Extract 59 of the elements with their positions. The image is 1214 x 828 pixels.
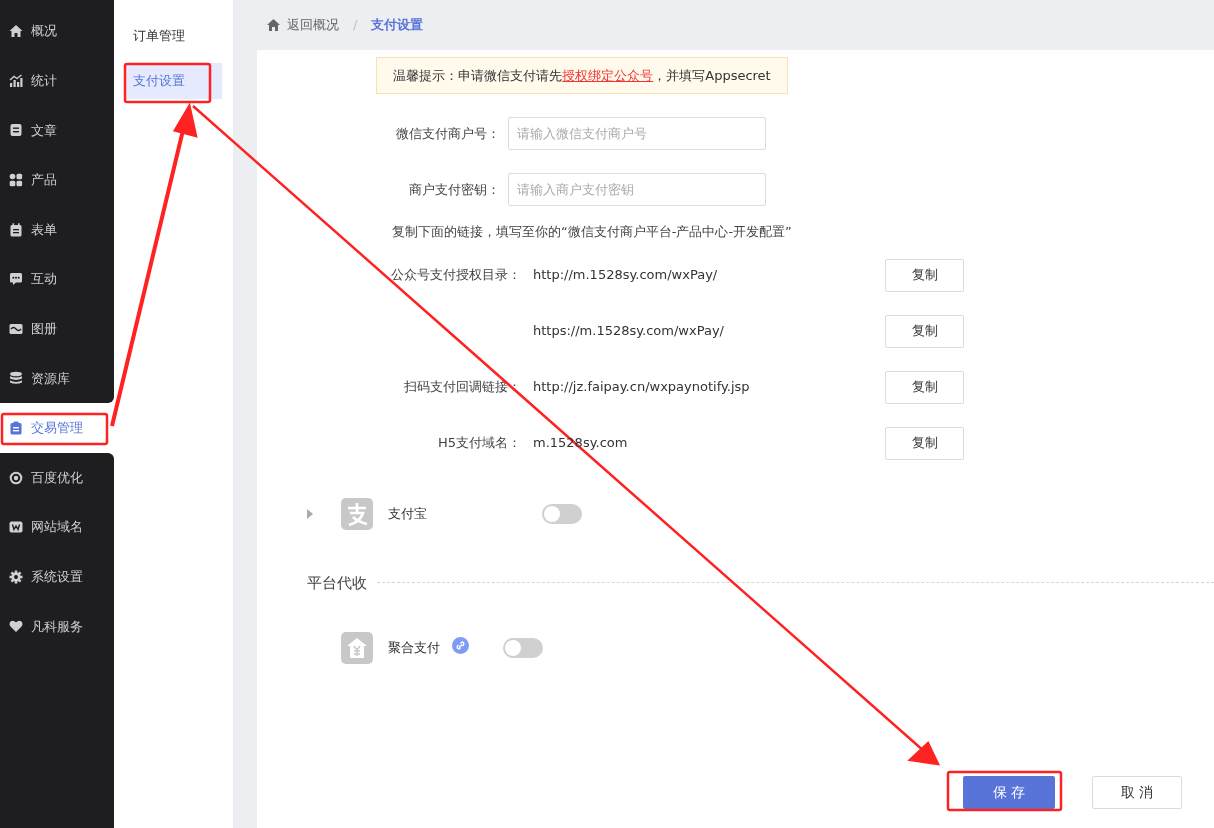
section-title: 平台代收 [307, 572, 367, 594]
chat-icon [9, 272, 23, 287]
link-label: H5支付域名： [436, 434, 521, 453]
sidebar-item[interactable]: 产品 [0, 155, 114, 205]
sidebar-item[interactable]: 凡科服务 [0, 601, 114, 652]
breadcrumb-separator: / [353, 16, 358, 35]
sidebar-item[interactable]: 资源库 [0, 353, 114, 404]
subnav-item[interactable]: 支付设置 [124, 63, 222, 99]
target-icon [9, 470, 23, 485]
link-label: 公众号支付授权目录： [390, 266, 521, 285]
sidebar-item[interactable]: 互动 [0, 254, 114, 304]
home-icon [9, 23, 23, 38]
link-icon[interactable] [452, 636, 469, 654]
url-text: https://m.1528sy.com/wxPay/ [532, 322, 725, 341]
provider-name: 支付宝 [388, 504, 427, 523]
clipboard-icon [9, 420, 23, 435]
sidebar-item[interactable]: 文章 [0, 105, 114, 156]
copy-button[interactable]: 复制 [885, 426, 964, 460]
notice-text: 温馨提示：申请微信支付请先授权绑定公众号，并填写Appsecret [376, 57, 788, 94]
picture-icon [9, 321, 23, 336]
toggle-switch[interactable] [503, 638, 543, 658]
chart-icon [9, 73, 23, 88]
authorize-link[interactable]: 授权绑定公众号 [562, 65, 654, 86]
link-label: 扫码支付回调链接： [403, 378, 521, 397]
toggle-switch[interactable] [542, 503, 582, 524]
sidebar-item[interactable]: 表单 [0, 204, 114, 255]
provider-name: 聚合支付 [388, 639, 440, 658]
sidebar-item[interactable]: 系统设置 [0, 551, 114, 602]
sidebar-item[interactable]: 概况 [0, 0, 114, 56]
subnav-item[interactable]: 订单管理 [124, 18, 222, 54]
payment-logo-icon [341, 497, 373, 530]
heart-icon [9, 619, 23, 634]
sidebar-item[interactable]: 百度优化 [0, 452, 114, 503]
input-field[interactable]: 请输入商户支付密钥 [508, 173, 766, 206]
back-link[interactable]: 返回概况 [287, 15, 339, 35]
document-icon [9, 123, 23, 138]
instruction-text: 复制下面的链接，填写至你的“微信支付商户平台-产品中心-开发配置” [392, 223, 793, 241]
field-label: 商户支付密钥： [408, 180, 500, 199]
gear-icon [9, 569, 23, 584]
w-badge-icon [9, 520, 23, 535]
calendar-icon [9, 222, 23, 237]
cancel-button[interactable]: 取 消 [1092, 776, 1182, 809]
url-text: http://m.1528sy.com/wxPay/ [532, 266, 719, 285]
save-button[interactable]: 保 存 [963, 776, 1055, 809]
home-icon [266, 18, 281, 32]
copy-button[interactable]: 复制 [885, 370, 964, 404]
field-label: 微信支付商户号： [395, 124, 500, 143]
copy-button[interactable]: 复制 [885, 258, 964, 292]
sidebar-item[interactable]: 图册 [0, 303, 114, 354]
sidebar-item[interactable]: 统计 [0, 56, 114, 106]
copy-button[interactable]: 复制 [885, 314, 964, 348]
sidebar-item[interactable]: 网站域名 [0, 502, 114, 552]
grid-icon [9, 173, 23, 187]
url-text: http://jz.faipay.cn/wxpaynotify.jsp [532, 378, 751, 397]
breadcrumb-current: 支付设置 [371, 16, 424, 35]
database-icon [9, 371, 23, 386]
caret-icon[interactable] [307, 508, 314, 519]
input-field[interactable]: 请输入微信支付商户号 [508, 117, 766, 150]
house-icon [341, 632, 373, 664]
